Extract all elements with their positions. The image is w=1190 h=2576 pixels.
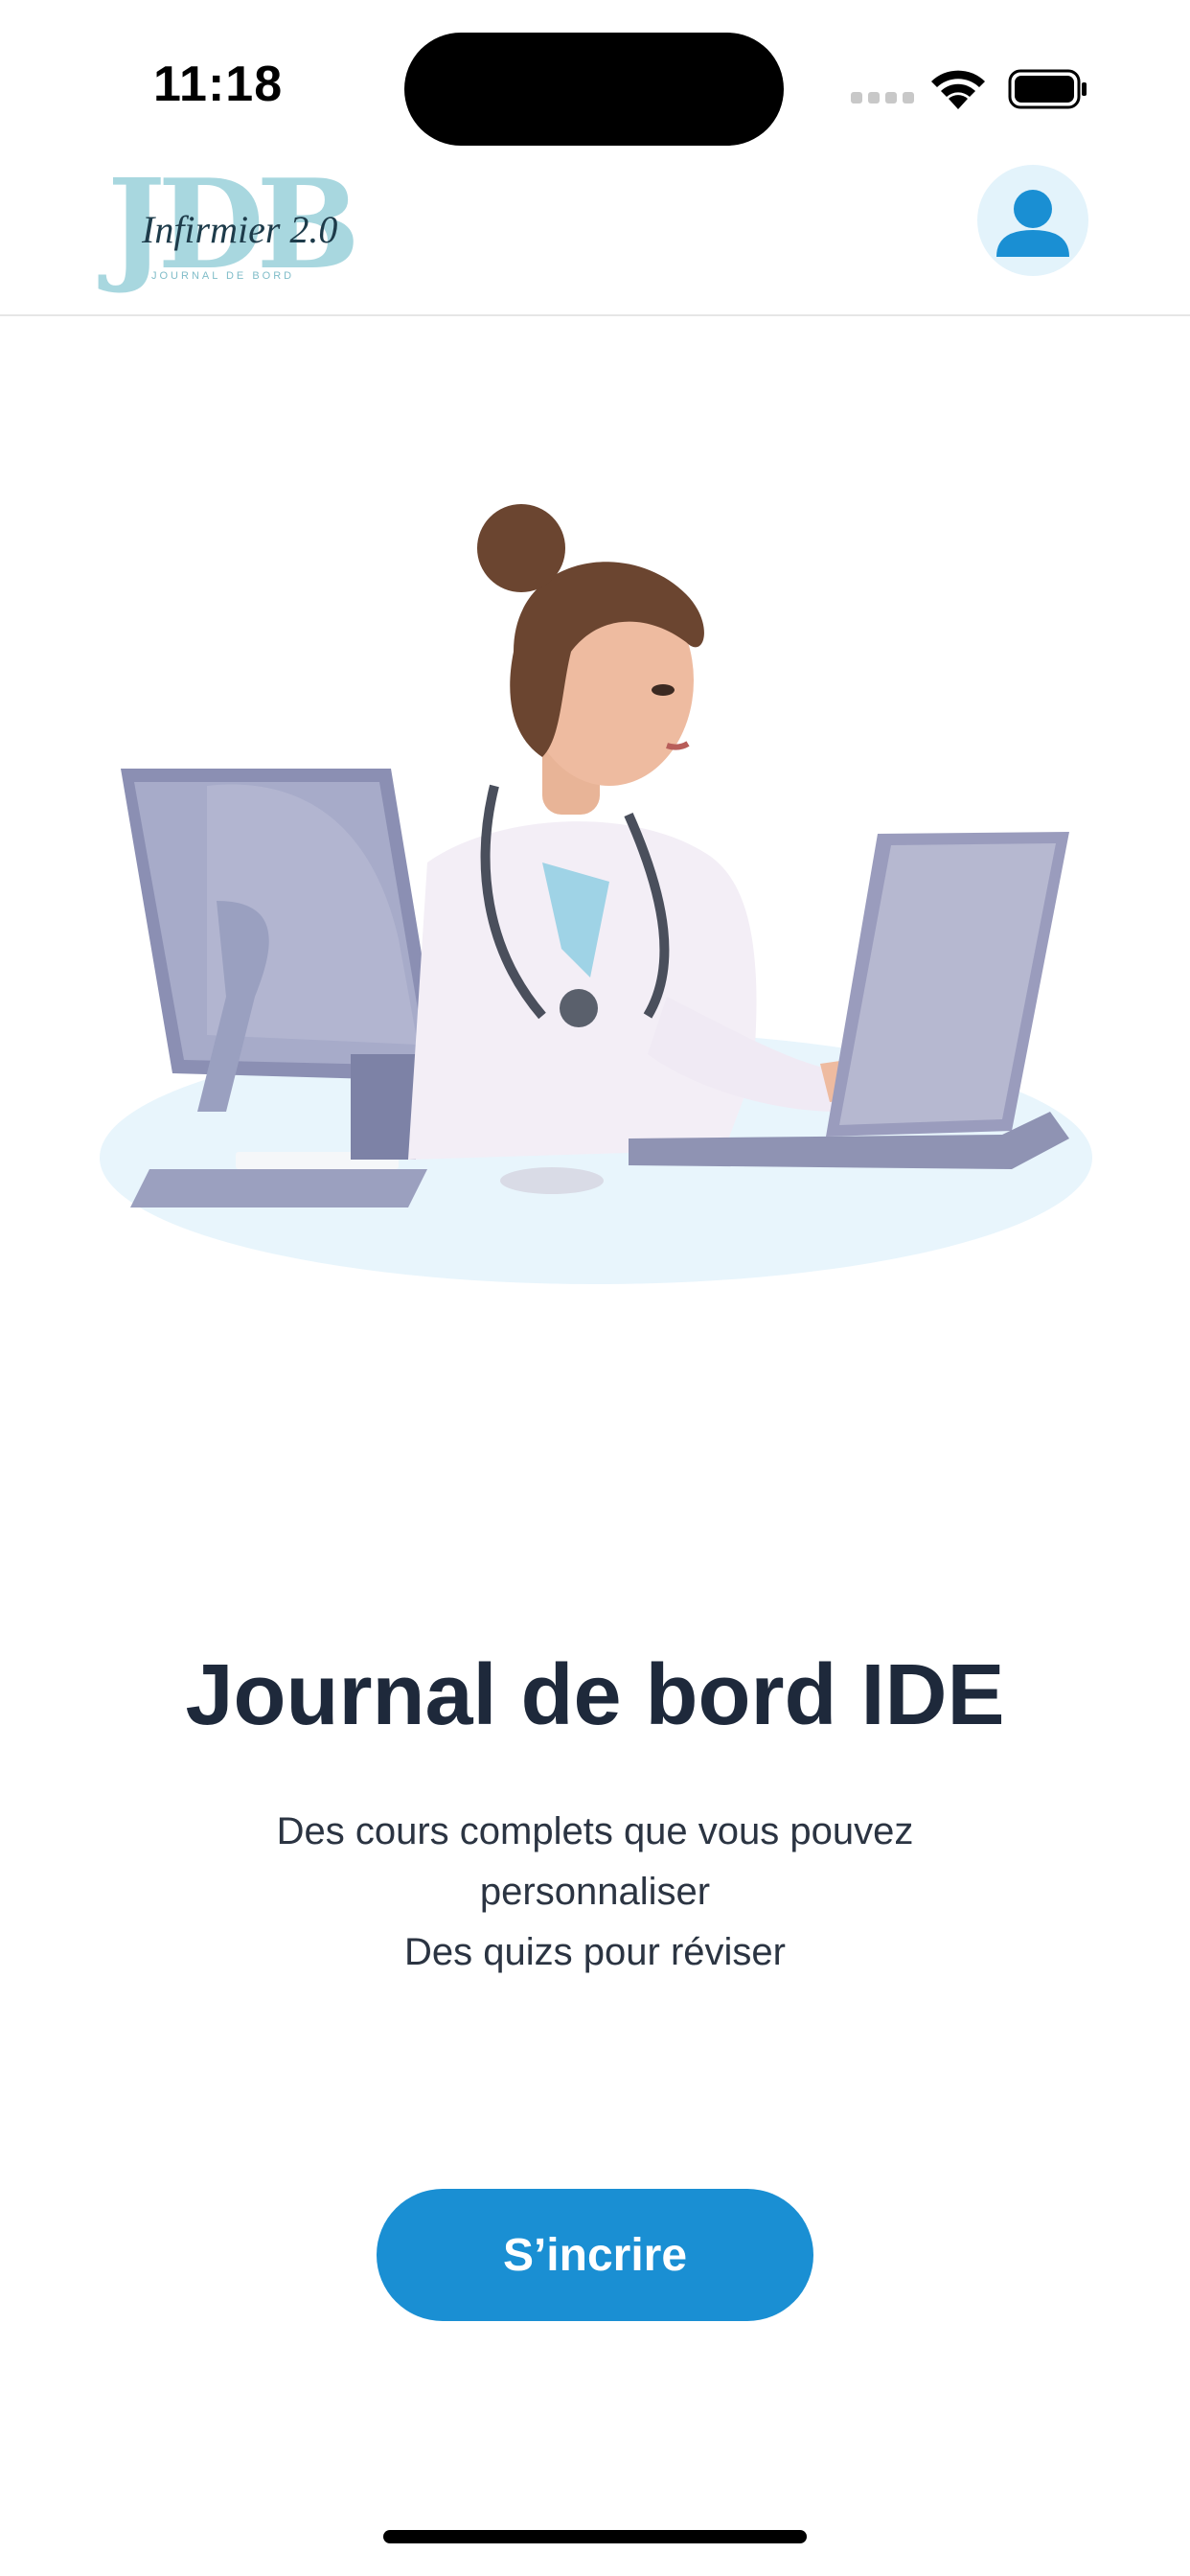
logo-script: Infirmier 2.0 bbox=[142, 208, 338, 251]
logo-tagline: JOURNAL DE BORD bbox=[151, 270, 295, 282]
subtitle: Des cours complets que vous pouvez perso… bbox=[164, 1802, 1026, 1983]
signup-button[interactable]: S’incrire bbox=[377, 2189, 813, 2321]
status-time: 11:18 bbox=[153, 57, 284, 112]
battery-icon bbox=[1008, 69, 1087, 109]
dynamic-island bbox=[404, 33, 784, 146]
subtitle-line: personnaliser bbox=[479, 1871, 711, 1913]
app-logo[interactable]: JDB Infirmier 2.0 JOURNAL DE BORD bbox=[107, 153, 360, 297]
status-bar: 11:18 bbox=[0, 0, 1190, 153]
profile-button[interactable] bbox=[977, 165, 1088, 276]
subtitle-line: Des cours complets que vous pouvez bbox=[276, 1810, 914, 1852]
subtitle-line: Des quizs pour réviser bbox=[404, 1931, 786, 1973]
home-indicator[interactable] bbox=[383, 2530, 807, 2543]
page-title: Journal de bord IDE bbox=[185, 1647, 1005, 1743]
cellular-signal-icon bbox=[851, 92, 914, 105]
nurse-at-computer-illustration bbox=[100, 504, 1092, 1284]
app-header: JDB Infirmier 2.0 JOURNAL DE BORD bbox=[0, 153, 1190, 316]
wifi-icon bbox=[931, 70, 985, 109]
user-icon bbox=[996, 190, 1069, 257]
